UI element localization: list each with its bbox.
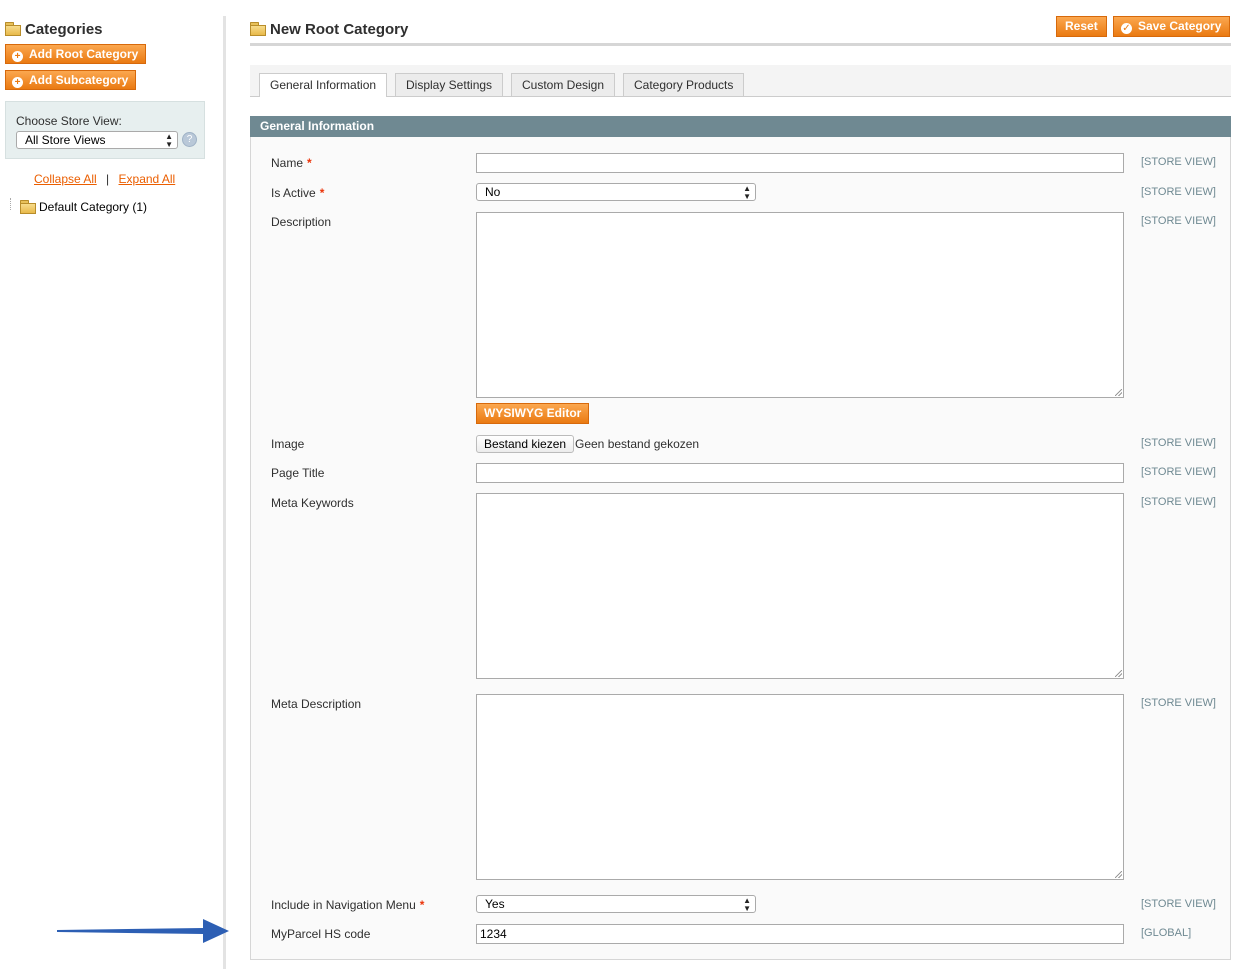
resize-grip-icon[interactable] [1115, 670, 1122, 677]
description-textarea[interactable] [476, 212, 1124, 398]
page-title: New Root Category [270, 21, 409, 38]
page-title-label: Page Title [271, 466, 325, 480]
plus-icon: + [12, 77, 23, 88]
collapse-all-link[interactable]: Collapse All [34, 172, 97, 186]
expand-all-link[interactable]: Expand All [119, 172, 176, 186]
page-title-input[interactable] [476, 463, 1124, 483]
scope-label: [STORE VIEW] [1141, 898, 1216, 910]
hs-code-input[interactable] [476, 924, 1124, 944]
tree-node-default-category[interactable]: Default Category (1) [39, 200, 147, 214]
scope-label: [STORE VIEW] [1141, 466, 1216, 478]
resize-grip-icon[interactable] [1115, 389, 1122, 396]
description-label: Description [271, 215, 332, 229]
scope-label: [STORE VIEW] [1141, 215, 1216, 227]
image-label: Image [271, 437, 305, 451]
wysiwyg-editor-button[interactable]: WYSIWYG Editor [476, 403, 590, 424]
save-category-button[interactable]: ✓ Save Category [1113, 16, 1231, 37]
reset-button[interactable]: Reset [1056, 16, 1107, 37]
is-active-select[interactable]: No ▲ ▼ [476, 183, 756, 201]
meta-description-label: Meta Description [271, 697, 362, 711]
meta-description-textarea[interactable] [476, 694, 1124, 880]
header-rule [250, 43, 1231, 46]
store-view-select[interactable]: All Store Views ▲ ▼ [16, 131, 178, 149]
include-nav-label: Include in Navigation Menu * [271, 898, 425, 912]
resize-grip-icon[interactable] [1115, 871, 1122, 878]
add-root-category-button[interactable]: + Add Root Category [5, 44, 147, 64]
tab-category-products[interactable]: Category Products [623, 73, 745, 96]
scope-label: [GLOBAL] [1141, 927, 1192, 939]
scope-label: [STORE VIEW] [1141, 186, 1216, 198]
add-subcategory-button[interactable]: + Add Subcategory [5, 70, 137, 90]
choose-file-button[interactable]: Bestand kiezen [476, 435, 575, 453]
name-label: Name * [271, 156, 312, 170]
tree-line [10, 198, 12, 210]
folder-icon [5, 22, 21, 36]
tab-general-information[interactable]: General Information [259, 73, 388, 97]
plus-icon: + [12, 51, 23, 62]
store-switcher: Choose Store View: All Store Views ▲ ▼ ? [5, 101, 205, 159]
tab-custom-design[interactable]: Custom Design [511, 73, 616, 96]
is-active-label: Is Active * [271, 186, 325, 200]
select-arrows-icon: ▲ ▼ [743, 184, 751, 201]
scope-label: [STORE VIEW] [1141, 156, 1216, 168]
tree-controls: Collapse All | Expand All [34, 172, 175, 186]
help-icon[interactable]: ? [182, 132, 197, 147]
scope-label: [STORE VIEW] [1141, 437, 1216, 449]
select-arrows-icon: ▲ ▼ [743, 896, 751, 913]
file-status: Geen bestand gekozen [575, 437, 700, 451]
hs-code-label: MyParcel HS code [271, 927, 371, 941]
annotation-arrow-icon [57, 919, 229, 943]
meta-keywords-textarea[interactable] [476, 493, 1124, 679]
select-arrows-icon: ▲ ▼ [165, 132, 173, 149]
tab-display-settings[interactable]: Display Settings [395, 73, 504, 96]
column-divider [223, 16, 226, 969]
scope-label: [STORE VIEW] [1141, 697, 1216, 709]
separator: | [106, 172, 110, 186]
sidebar-title: Categories [25, 21, 103, 38]
name-input[interactable] [476, 153, 1124, 173]
section-header: General Information [250, 116, 1231, 137]
folder-icon [250, 22, 266, 36]
folder-open-icon [20, 200, 36, 214]
include-nav-select[interactable]: Yes ▲ ▼ [476, 895, 756, 913]
store-view-label: Choose Store View: [16, 114, 122, 128]
scope-label: [STORE VIEW] [1141, 496, 1216, 508]
check-icon: ✓ [1121, 23, 1132, 34]
tabs-baseline [250, 96, 1231, 97]
meta-keywords-label: Meta Keywords [271, 496, 354, 510]
